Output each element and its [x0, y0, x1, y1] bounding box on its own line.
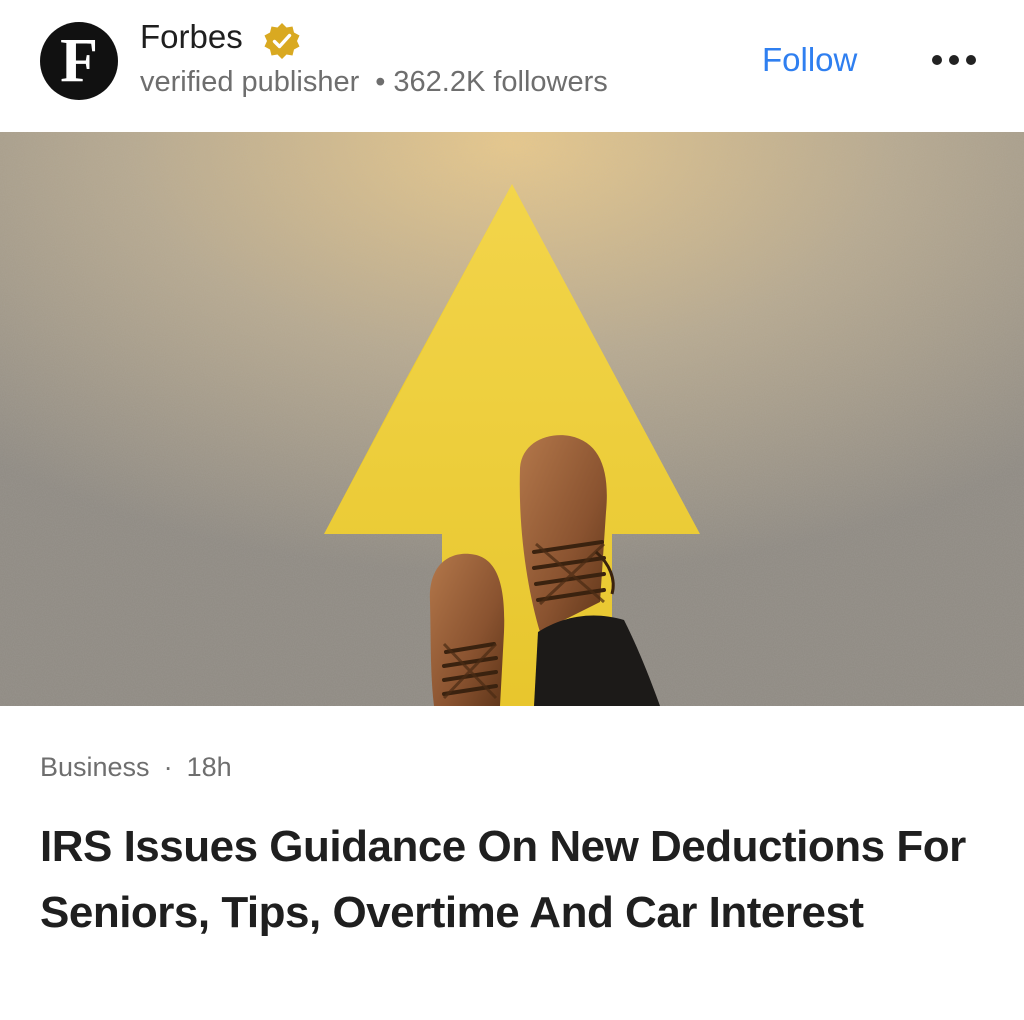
more-dot — [949, 55, 959, 65]
hero-photo-arrow-and-shoes — [0, 132, 1024, 706]
publisher-name[interactable]: Forbes — [140, 18, 243, 56]
article-category[interactable]: Business — [40, 752, 150, 782]
article-headline[interactable]: IRS Issues Guidance On New Deductions Fo… — [40, 814, 990, 946]
more-options-icon[interactable] — [924, 46, 984, 74]
article-hero-image[interactable] — [0, 132, 1024, 706]
publisher-avatar[interactable]: F — [40, 22, 118, 100]
more-dot — [932, 55, 942, 65]
left-shoe — [429, 553, 505, 706]
more-dot — [966, 55, 976, 65]
avatar-letter: F — [60, 27, 98, 95]
verified-badge-icon — [264, 23, 300, 59]
article-age: 18h — [186, 752, 232, 782]
article-meta: Business · 18h — [40, 752, 232, 783]
publisher-meta: verified publisher • 362.2K followers — [140, 66, 608, 99]
follow-button[interactable]: Follow — [756, 38, 863, 82]
meta-separator: • — [375, 66, 386, 98]
meta-separator: · — [163, 752, 173, 782]
post-header: F Forbes verified publisher • 362.2K follo… — [0, 0, 1024, 132]
follower-count: 362.2K followers — [393, 66, 608, 98]
publisher-status: verified publisher — [140, 66, 360, 98]
